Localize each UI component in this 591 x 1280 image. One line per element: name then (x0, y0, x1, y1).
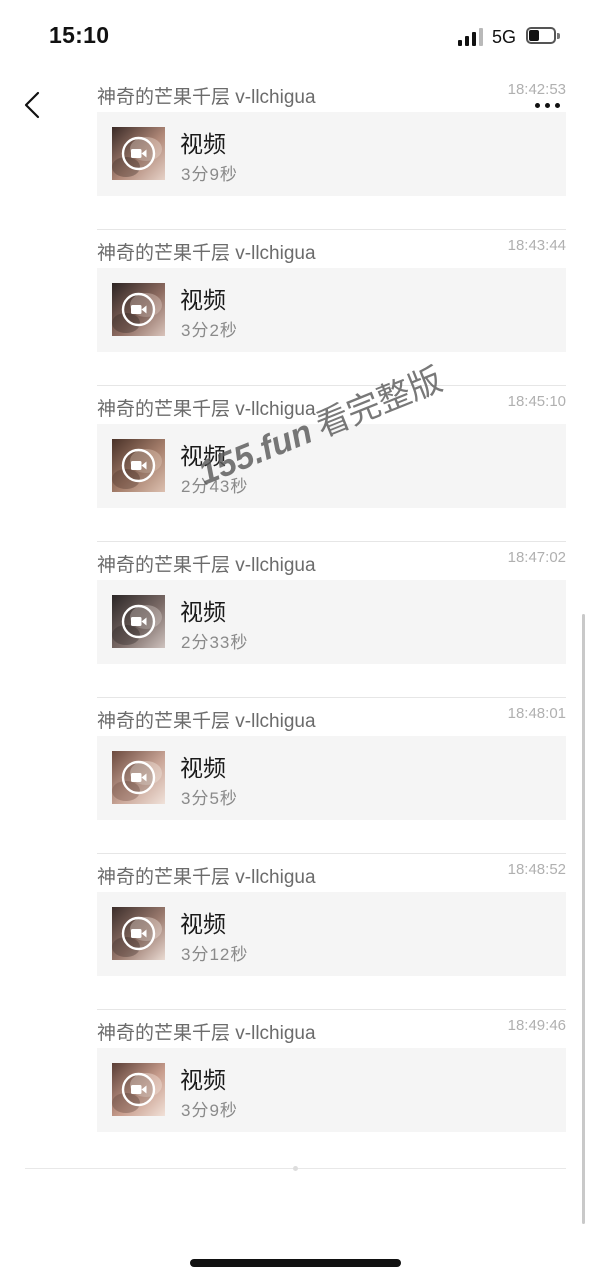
video-title: 视频 (180, 131, 226, 157)
video-thumbnail[interactable] (112, 751, 165, 804)
video-message-card[interactable]: 视频 3分9秒 (97, 112, 566, 196)
cellular-signal-icon (458, 27, 484, 46)
video-thumbnail[interactable] (112, 907, 165, 960)
video-title: 视频 (180, 443, 226, 469)
video-duration: 2分33秒 (181, 633, 249, 652)
video-duration: 2分43秒 (181, 477, 249, 496)
chevron-left-icon (24, 91, 40, 119)
message-timestamp: 18:48:01 (507, 705, 566, 722)
home-indicator[interactable] (190, 1259, 401, 1267)
video-camera-play-icon (121, 448, 156, 483)
video-camera-play-icon (121, 604, 156, 639)
video-thumbnail[interactable] (112, 283, 165, 336)
message-item: 神奇的芒果千层 v-llchigua 18:45:10 视频 2分43秒 (97, 386, 566, 542)
video-title: 视频 (180, 755, 226, 781)
video-message-card[interactable]: 视频 2分33秒 (97, 580, 566, 664)
battery-icon (526, 27, 560, 45)
message-item: 神奇的芒果千层 v-llchigua 18:48:01 视频 3分5秒 (97, 698, 566, 854)
video-message-card[interactable]: 视频 3分9秒 (97, 1048, 566, 1132)
video-thumbnail[interactable] (112, 127, 165, 180)
video-message-card[interactable]: 视频 2分43秒 (97, 424, 566, 508)
back-button[interactable] (18, 86, 50, 126)
video-camera-play-icon (121, 292, 156, 327)
network-type-label: 5G (492, 27, 517, 47)
video-title: 视频 (180, 911, 226, 937)
message-timestamp: 18:47:02 (507, 549, 566, 566)
message-item: 神奇的芒果千层 v-llchigua 18:47:02 视频 2分33秒 (97, 542, 566, 698)
list-end-dot (293, 1166, 298, 1171)
sender-name: 神奇的芒果千层 v-llchigua (97, 87, 316, 108)
video-camera-play-icon (121, 760, 156, 795)
message-item: 神奇的芒果千层 v-llchigua 18:42:53 视频 3分9秒 (97, 74, 566, 230)
video-duration: 3分5秒 (181, 789, 238, 808)
message-timestamp: 18:48:52 (507, 861, 566, 878)
sender-name: 神奇的芒果千层 v-llchigua (97, 555, 316, 576)
video-message-card[interactable]: 视频 3分12秒 (97, 892, 566, 976)
video-title: 视频 (180, 287, 226, 313)
chat-history-screen: 15:10 5G 神奇的芒果千层 v-llchigua 18:42:53 视频 3分9… (0, 0, 591, 1280)
message-item: 神奇的芒果千层 v-llchigua 18:48:52 视频 3分12秒 (97, 854, 566, 1010)
video-duration: 3分9秒 (181, 165, 238, 184)
sender-name: 神奇的芒果千层 v-llchigua (97, 867, 316, 888)
message-timestamp: 18:49:46 (507, 1017, 566, 1034)
video-thumbnail[interactable] (112, 595, 165, 648)
message-list: 神奇的芒果千层 v-llchigua 18:42:53 视频 3分9秒 神奇的芒果千层 … (97, 74, 566, 1166)
video-message-card[interactable]: 视频 3分5秒 (97, 736, 566, 820)
status-bar: 15:10 5G (0, 0, 591, 70)
status-time: 15:10 (49, 22, 110, 48)
sender-name: 神奇的芒果千层 v-llchigua (97, 711, 316, 732)
video-title: 视频 (180, 1067, 226, 1093)
video-camera-play-icon (121, 916, 156, 951)
video-message-card[interactable]: 视频 3分2秒 (97, 268, 566, 352)
sender-name: 神奇的芒果千层 v-llchigua (97, 243, 316, 264)
video-camera-play-icon (121, 1072, 156, 1107)
message-item: 神奇的芒果千层 v-llchigua 18:43:44 视频 3分2秒 (97, 230, 566, 386)
battery-level (529, 30, 539, 41)
sender-name: 神奇的芒果千层 v-llchigua (97, 1023, 316, 1044)
video-title: 视频 (180, 599, 226, 625)
sender-name: 神奇的芒果千层 v-llchigua (97, 399, 316, 420)
video-thumbnail[interactable] (112, 1063, 165, 1116)
message-timestamp: 18:45:10 (507, 393, 566, 410)
video-duration: 3分12秒 (181, 945, 249, 964)
message-timestamp: 18:43:44 (507, 237, 566, 254)
scrollbar[interactable] (582, 614, 585, 1224)
video-camera-play-icon (121, 136, 156, 171)
video-duration: 3分9秒 (181, 1101, 238, 1120)
video-duration: 3分2秒 (181, 321, 238, 340)
message-item: 神奇的芒果千层 v-llchigua 18:49:46 视频 3分9秒 (97, 1010, 566, 1166)
message-timestamp: 18:42:53 (507, 81, 566, 98)
video-thumbnail[interactable] (112, 439, 165, 492)
